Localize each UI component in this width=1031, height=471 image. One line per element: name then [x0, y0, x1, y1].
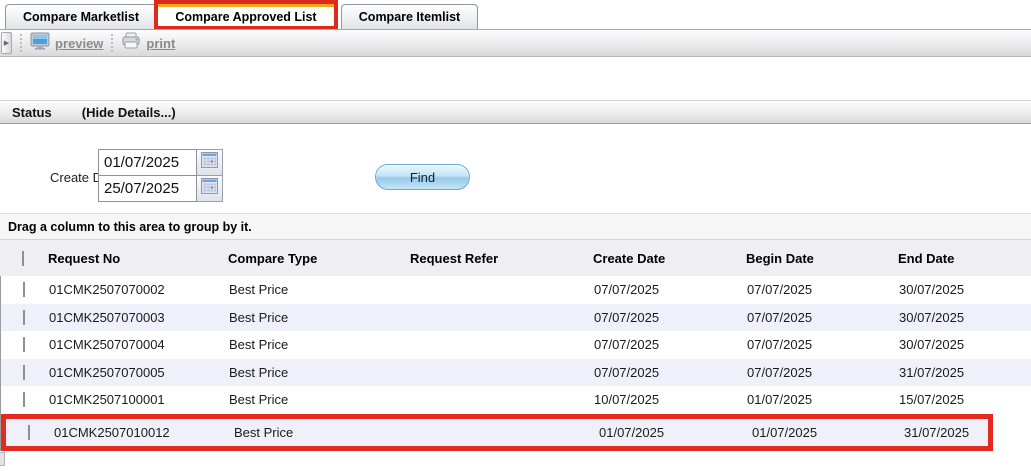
cell-create-date: 07/07/2025 [594, 282, 747, 297]
select-all-checkbox[interactable] [22, 251, 24, 266]
cell-begin-date: 07/07/2025 [747, 365, 899, 380]
cell-end-date: 30/07/2025 [899, 282, 1031, 297]
table-row[interactable]: 01CMK2507070005 Best Price 07/07/2025 07… [1, 359, 1031, 387]
find-button[interactable]: Find [375, 164, 470, 190]
table-row[interactable]: 01CMK2507070002 Best Price 07/07/2025 07… [1, 276, 1031, 304]
cell-begin-date: 01/07/2025 [747, 392, 899, 407]
cell-compare-type: Best Price [234, 425, 416, 440]
table-body: 01CMK2507070002 Best Price 07/07/2025 07… [0, 276, 1031, 451]
create-date-range [98, 149, 223, 202]
column-header-create-date[interactable]: Create Date [593, 251, 746, 266]
cell-compare-type: Best Price [229, 310, 411, 325]
cell-create-date: 01/07/2025 [599, 425, 752, 440]
cell-compare-type: Best Price [229, 337, 411, 352]
toolbar-separator [111, 34, 113, 52]
cell-request-no: 01CMK2507100001 [49, 392, 229, 407]
cell-end-date: 31/07/2025 [904, 425, 988, 440]
group-by-drop-area[interactable]: Drag a column to this area to group by i… [0, 213, 1031, 240]
status-title: Status [12, 105, 52, 120]
tab-strip: Compare Marketlist Compare Approved List… [0, 0, 1031, 29]
cell-begin-date: 01/07/2025 [752, 425, 904, 440]
cell-end-date: 31/07/2025 [899, 365, 1031, 380]
calendar-icon [201, 152, 218, 173]
toolbar: ▶ preview [0, 29, 1031, 57]
cell-end-date: 30/07/2025 [899, 337, 1031, 352]
row-checkbox[interactable] [28, 425, 30, 440]
column-header-begin-date[interactable]: Begin Date [746, 251, 898, 266]
table-row[interactable]: 01CMK2507070004 Best Price 07/07/2025 07… [1, 331, 1031, 359]
tab-compare-marketlist[interactable]: Compare Marketlist [5, 4, 157, 29]
cell-begin-date: 07/07/2025 [747, 282, 899, 297]
row-checkbox[interactable] [23, 337, 25, 352]
cell-compare-type: Best Price [229, 282, 411, 297]
tab-compare-approved-list[interactable]: Compare Approved List [158, 4, 334, 26]
app-window: Compare Marketlist Compare Approved List… [0, 0, 1031, 471]
column-header-compare-type[interactable]: Compare Type [228, 251, 410, 266]
calendar-icon [201, 178, 218, 199]
table-row[interactable]: 01CMK2507070003 Best Price 07/07/2025 07… [1, 304, 1031, 332]
monitor-icon [30, 32, 50, 55]
toolbar-overflow-handle-icon[interactable]: ▶ [1, 32, 12, 54]
cell-begin-date: 07/07/2025 [747, 337, 899, 352]
printer-icon [121, 32, 141, 55]
print-button[interactable]: print [121, 32, 175, 55]
status-bar: Status (Hide Details...) [0, 100, 1031, 124]
preview-button[interactable]: preview [30, 32, 103, 55]
cell-begin-date: 07/07/2025 [747, 310, 899, 325]
date-from-input[interactable] [98, 149, 197, 176]
table-row[interactable]: 01CMK2507100001 Best Price 10/07/2025 01… [1, 386, 1031, 414]
tab-compare-itemlist[interactable]: Compare Itemlist [341, 4, 478, 29]
cell-end-date: 15/07/2025 [899, 392, 1031, 407]
table-row-highlighted[interactable]: 01CMK2507010012 Best Price 01/07/2025 01… [1, 414, 993, 452]
row-checkbox[interactable] [23, 365, 25, 380]
cell-request-no: 01CMK2507070005 [49, 365, 229, 380]
table-header: Request No Compare Type Request Refer Cr… [0, 240, 1031, 276]
row-checkbox[interactable] [23, 282, 25, 297]
cell-request-no: 01CMK2507070004 [49, 337, 229, 352]
red-annotation-tab: Compare Approved List [154, 0, 338, 30]
column-header-end-date[interactable]: End Date [898, 251, 1031, 266]
cell-request-no: 01CMK2507070003 [49, 310, 229, 325]
cell-create-date: 10/07/2025 [594, 392, 747, 407]
preview-label: preview [55, 36, 103, 51]
cell-create-date: 07/07/2025 [594, 365, 747, 380]
row-checkbox[interactable] [23, 310, 25, 325]
cell-create-date: 07/07/2025 [594, 310, 747, 325]
column-header-request-no[interactable]: Request No [48, 251, 228, 266]
cell-request-no: 01CMK2507010012 [54, 425, 234, 440]
cell-create-date: 07/07/2025 [594, 337, 747, 352]
scrollbar-fragment [0, 452, 5, 466]
cell-compare-type: Best Price [229, 392, 411, 407]
hide-details-toggle[interactable]: (Hide Details...) [82, 105, 176, 120]
row-checkbox[interactable] [23, 392, 25, 407]
group-by-hint-text: Drag a column to this area to group by i… [8, 220, 252, 234]
print-label: print [146, 36, 175, 51]
calendar-picker-button[interactable] [197, 149, 223, 176]
column-header-request-refer[interactable]: Request Refer [410, 251, 593, 266]
date-to-input[interactable] [98, 175, 197, 202]
cell-request-no: 01CMK2507070002 [49, 282, 229, 297]
calendar-picker-button[interactable] [197, 175, 223, 202]
cell-compare-type: Best Price [229, 365, 411, 380]
toolbar-separator [20, 34, 22, 52]
cell-end-date: 30/07/2025 [899, 310, 1031, 325]
